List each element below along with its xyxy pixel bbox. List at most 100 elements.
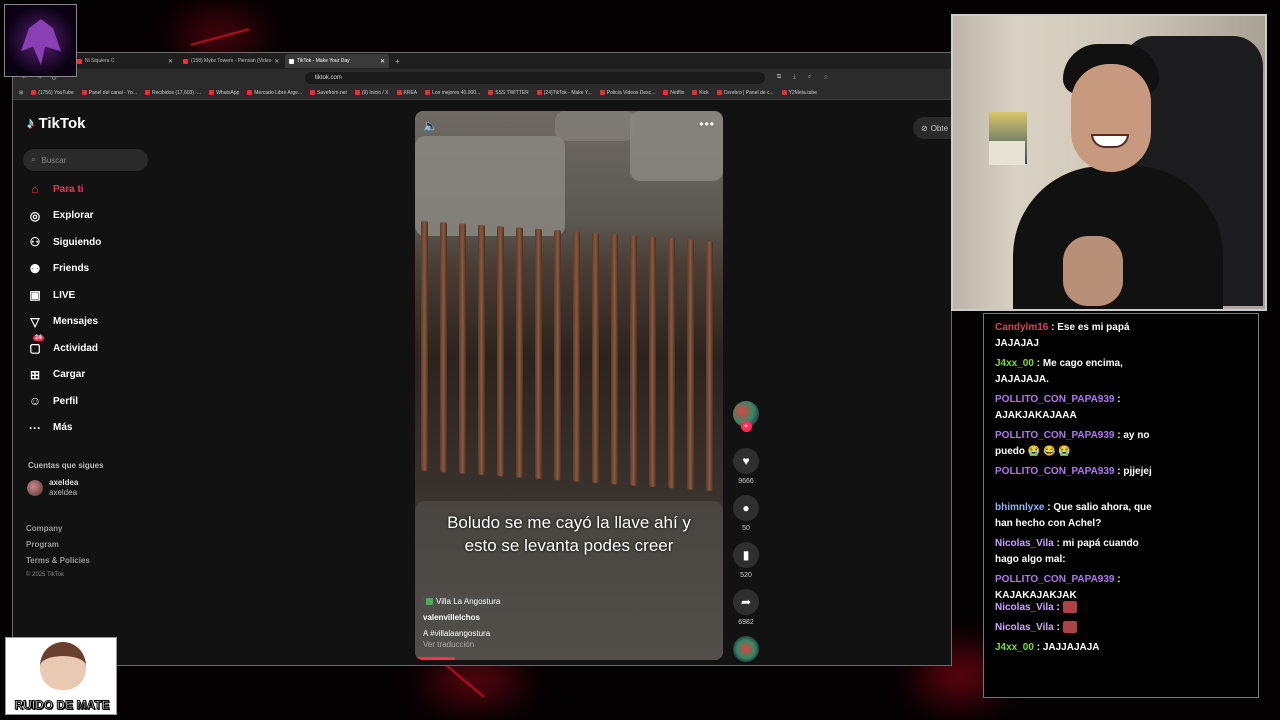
- save-button[interactable]: ▮ 520: [731, 542, 761, 579]
- grate-bar: [554, 229, 561, 481]
- tiktok-logo[interactable]: ♪ TikTok: [27, 115, 85, 132]
- grate-bar: [630, 235, 637, 486]
- bookmark-item[interactable]: Policía Videos Desc...: [599, 90, 655, 96]
- apps-icon[interactable]: ⊞: [19, 90, 23, 96]
- bookmarks-bar: ⊞ (1756) YouTube Panel del canal - Yo... Re…: [13, 86, 951, 100]
- bookmark-item[interactable]: (9) Inicio / X: [354, 90, 389, 96]
- browser-tab-active[interactable]: TikTok - Make Your Day ✕: [285, 54, 389, 68]
- sound-disc[interactable]: [731, 636, 761, 662]
- bookmark-item[interactable]: Mercado Libre Arge...: [247, 90, 302, 96]
- close-icon[interactable]: ✕: [274, 58, 279, 65]
- star-icon[interactable]: ☆: [823, 74, 828, 81]
- sidebar-item-siguiendo[interactable]: ⚇ Siguiendo: [27, 235, 102, 249]
- new-tab-icon[interactable]: +: [395, 57, 400, 66]
- chat-message: POLLITO_CON_PAPA939 : AJAKJAKAJAAA: [995, 394, 1121, 421]
- bookmark-item[interactable]: Panel del canal - Yo...: [81, 90, 137, 96]
- chat-text: pjjejej: [1123, 466, 1152, 477]
- sidebar-item-explorar[interactable]: ◎ Explorar: [27, 209, 94, 223]
- chat-username[interactable]: POLLITO_CON_PAPA939: [995, 394, 1114, 405]
- share-button[interactable]: ➦ 6982: [731, 589, 761, 626]
- sidebar-item-cargar[interactable]: ⊞ Cargar: [27, 368, 85, 382]
- bookmark-item[interactable]: WhatsApp: [209, 90, 239, 96]
- follow-plus-icon[interactable]: +: [740, 421, 752, 432]
- sidebar-item-live[interactable]: ▣ LIVE: [27, 288, 75, 302]
- chat-username[interactable]: J4xx_00: [995, 358, 1034, 369]
- video-progress-bar[interactable]: [415, 657, 455, 660]
- bookmark-favicon: [425, 90, 431, 95]
- close-icon[interactable]: ✕: [168, 58, 173, 65]
- avatar: [27, 480, 43, 496]
- bookmark-item[interactable]: Y2Meta.tube: [781, 90, 817, 96]
- grate-bar: [611, 233, 618, 485]
- extension-icon[interactable]: ⤓: [793, 74, 796, 81]
- bookmark-item[interactable]: KREA: [396, 90, 417, 96]
- bookmark-item[interactable]: Recibidos (17,603) -...: [144, 90, 201, 96]
- get-app-button[interactable]: ⊘ Obte: [913, 117, 951, 139]
- grate-bar: [421, 220, 428, 472]
- sidebar-item-para-ti[interactable]: ⌂ Para ti: [27, 182, 83, 196]
- bookmark-item[interactable]: Savefrom.net: [310, 90, 347, 96]
- comment-button[interactable]: ● 50: [731, 495, 761, 532]
- bookmark-item[interactable]: SSS TWITTER: [488, 90, 529, 96]
- grate-bar: [668, 237, 675, 489]
- bookmark-item[interactable]: Los mejores 40.000...: [425, 90, 480, 96]
- footer-link-company[interactable]: Company: [26, 524, 62, 533]
- translate-link[interactable]: Ver traducción: [423, 640, 474, 649]
- grate-bar: [649, 236, 656, 488]
- tiktok-icon: [289, 58, 294, 64]
- bookmark-item[interactable]: Netflix: [663, 90, 684, 96]
- mascot-figure: [21, 19, 61, 65]
- following-account[interactable]: axeldea axeldea: [27, 478, 78, 498]
- footer-link-terms[interactable]: Terms & Policies: [26, 556, 90, 565]
- chat-username[interactable]: POLLITO_CON_PAPA939: [995, 466, 1114, 477]
- bookmark-item[interactable]: Kick: [692, 90, 709, 96]
- grate-bar: [497, 225, 504, 477]
- user-follow-icon: ⚇: [29, 235, 41, 249]
- chat-username[interactable]: Candylm16: [995, 322, 1048, 333]
- upload-icon: ⊞: [29, 367, 41, 382]
- creator-avatar[interactable]: +: [731, 401, 761, 432]
- close-icon[interactable]: ✕: [380, 58, 385, 65]
- sidebar-item-actividad[interactable]: ▢ 24 Actividad: [27, 335, 98, 355]
- browser-tab[interactable]: (158) Myke Towers - Piensan (Video ✕: [179, 54, 283, 68]
- compass-icon: ◎: [29, 208, 41, 223]
- bookmark-item[interactable]: Cerebro | Panel de c...: [716, 90, 774, 96]
- video-caption: Boludo se me cayó la llave ahí y esto se…: [447, 513, 691, 555]
- more-options-icon[interactable]: •••: [699, 117, 715, 131]
- chat-username[interactable]: POLLITO_CON_PAPA939: [995, 430, 1114, 441]
- heart-icon: ♥: [733, 448, 759, 474]
- chat-username[interactable]: J4xx_00: [995, 642, 1034, 653]
- extension-icon[interactable]: ⧉: [777, 74, 781, 81]
- bookmark-item[interactable]: (24)TikTok - Make Y...: [536, 90, 592, 96]
- chat-username[interactable]: POLLITO_CON_PAPA939: [995, 574, 1114, 585]
- volume-icon[interactable]: 🔈: [423, 119, 438, 133]
- chat-text: JAJJAJAJA: [1042, 642, 1100, 653]
- location-tag[interactable]: Villa La Angostura: [422, 595, 505, 608]
- emote-icon: [1062, 601, 1077, 614]
- footer-link-program[interactable]: Program: [26, 540, 59, 549]
- grate-bar: [440, 221, 447, 473]
- like-button[interactable]: ♥ 9666: [731, 448, 761, 485]
- chat-username[interactable]: Nicolas_Vila: [995, 602, 1054, 613]
- sidebar-item-perfil[interactable]: ☺ Perfil: [27, 394, 78, 408]
- video-player[interactable]: 🔈 ••• Boludo se me cayó la llave ahí y e…: [415, 111, 723, 660]
- youtube-icon: [77, 58, 82, 64]
- zoom-icon[interactable]: ⌕: [808, 74, 811, 81]
- bookmark-item[interactable]: (1756) YouTube: [31, 90, 74, 96]
- chat-username[interactable]: bhimnlyxe: [995, 502, 1044, 513]
- video-author[interactable]: valenvillelchos: [423, 613, 480, 622]
- grate-bar: [516, 227, 523, 478]
- url-bar[interactable]: tiktok.com: [304, 71, 765, 84]
- chat-username[interactable]: Nicolas_Vila: [995, 622, 1054, 633]
- sidebar-item-friends[interactable]: ⚉ Friends: [27, 262, 90, 276]
- sidebar-item-m-s[interactable]: ··· Más: [27, 421, 72, 435]
- chat-username[interactable]: Nicolas_Vila: [995, 538, 1054, 549]
- search-icon: ⌕: [31, 155, 36, 164]
- browser-tab[interactable]: Ni Siquiera C ✕: [73, 54, 177, 68]
- youtube-icon: [183, 58, 188, 64]
- tiktok-note-icon: ♪: [27, 115, 35, 132]
- search-input[interactable]: ⌕ Buscar: [23, 149, 148, 171]
- bookmark-favicon: [663, 90, 669, 95]
- bookmark-favicon: [396, 90, 402, 95]
- sidebar-item-mensajes[interactable]: ▽ Mensajes: [27, 315, 98, 329]
